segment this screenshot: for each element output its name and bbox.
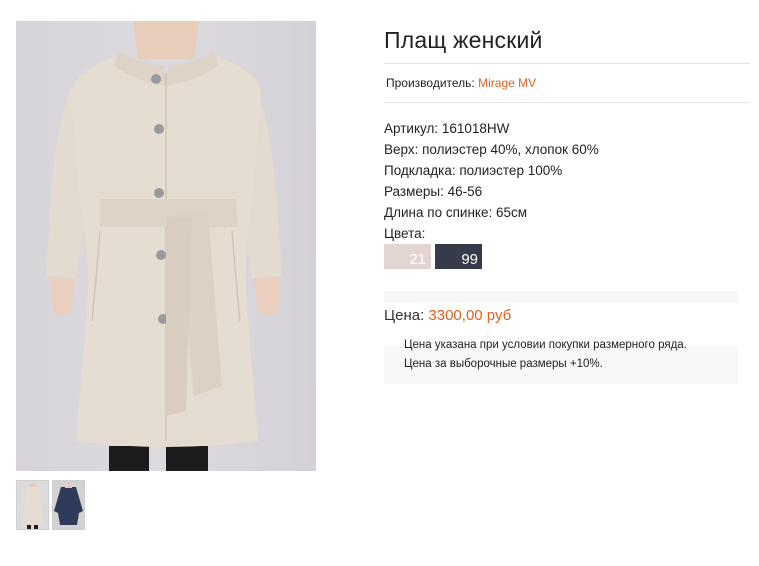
divider-top xyxy=(384,63,750,64)
navy-coat-thumb-icon xyxy=(54,483,83,525)
spec-outer-material: Верх: полиэстер 40%, хлопок 60% xyxy=(384,142,599,157)
price-value: 3300,00 руб xyxy=(428,307,512,324)
price-line: Цена: 3300,00 руб xyxy=(384,307,511,324)
color-swatch-99[interactable]: 99 xyxy=(435,244,482,269)
manufacturer-link[interactable]: Mirage MV xyxy=(478,76,536,90)
manufacturer-line: Производитель: Mirage MV xyxy=(386,76,536,90)
thumbnail-navy-coat[interactable] xyxy=(52,480,85,530)
price-note: Цена указана при условии покупки размерн… xyxy=(384,337,738,384)
spec-sizes: Размеры: 46-56 xyxy=(384,184,483,199)
price-note-line-1: Цена указана при условии покупки размерн… xyxy=(404,339,687,351)
beige-coat-thumb-icon xyxy=(22,483,43,529)
product-specs: Артикул: 161018HW Верх: полиэстер 40%, х… xyxy=(384,120,599,246)
manufacturer-label: Производитель: xyxy=(386,76,475,90)
product-main-image[interactable] xyxy=(16,21,316,471)
divider-bottom xyxy=(384,102,750,103)
thumbnail-beige-coat[interactable] xyxy=(16,480,49,530)
product-title: Плащ женский xyxy=(384,27,543,53)
coat-illustration xyxy=(46,21,282,471)
price-separator xyxy=(384,291,738,303)
price-note-line-2: Цена за выборочные размеры +10%. xyxy=(404,358,603,370)
price-label: Цена: xyxy=(384,307,425,324)
spec-article: Артикул: 161018HW xyxy=(384,121,510,136)
spec-back-length: Длина по спинке: 65см xyxy=(384,205,528,220)
spec-colors-label: Цвета: xyxy=(384,226,426,241)
color-swatch-21[interactable]: 21 xyxy=(384,244,431,269)
spec-lining: Подкладка: полиэстер 100% xyxy=(384,163,563,178)
